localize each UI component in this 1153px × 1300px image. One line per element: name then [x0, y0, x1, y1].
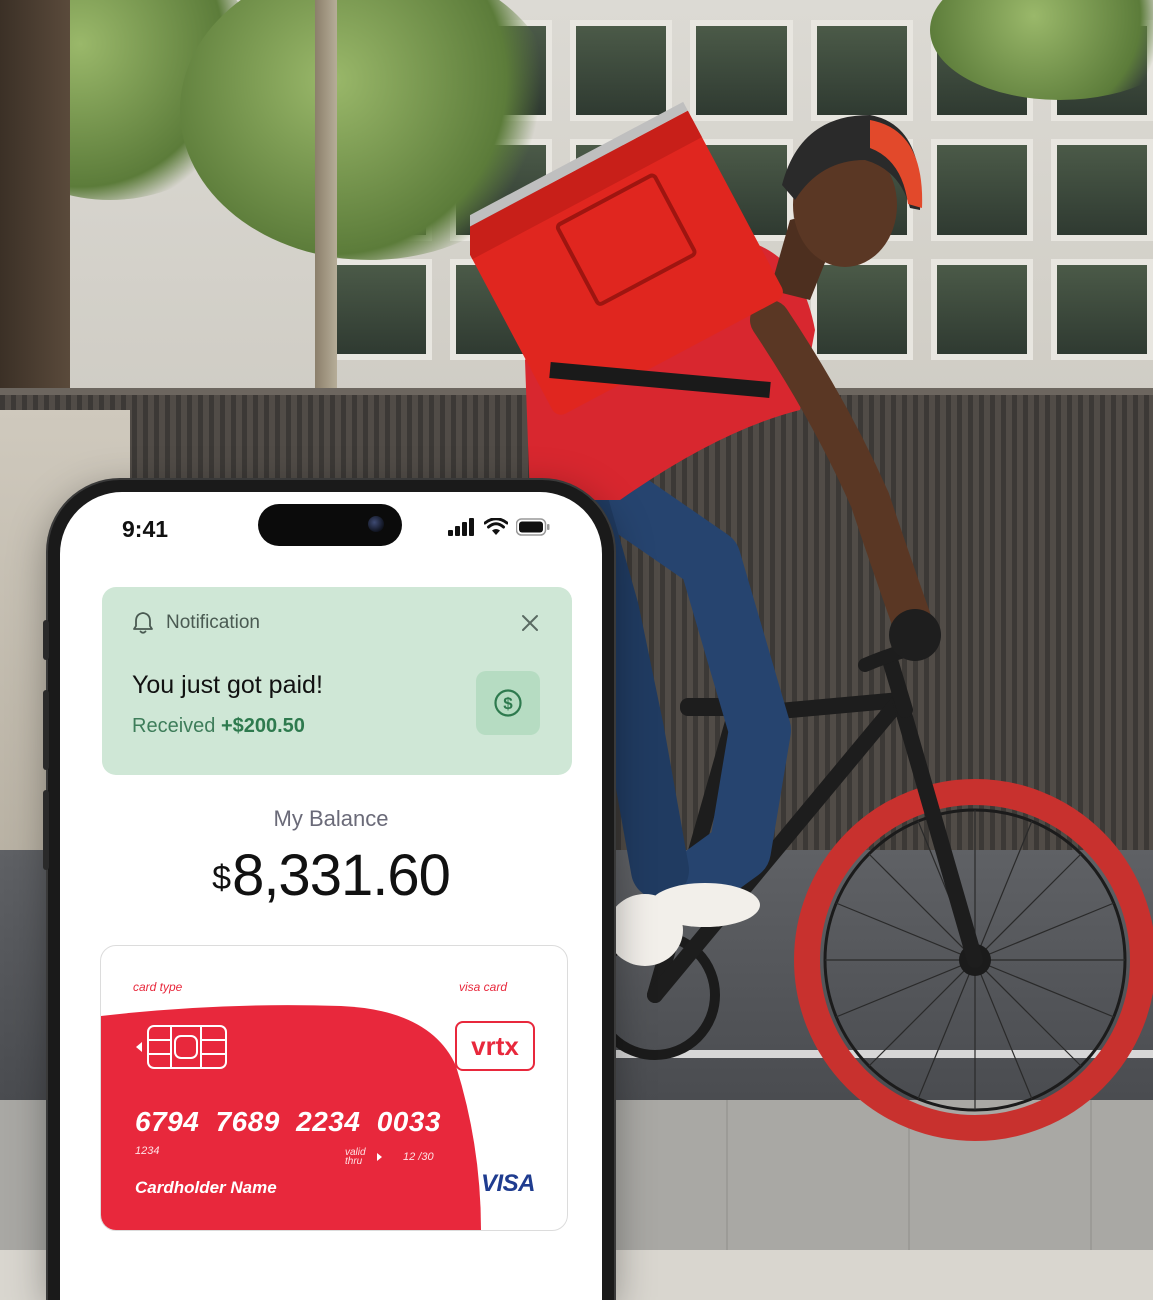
card-small-number: 1234: [135, 1145, 160, 1157]
received-label: Received: [132, 715, 216, 737]
notification-header: Notification: [132, 611, 260, 635]
balance-value: 8,331.60: [232, 843, 451, 908]
notification-subtitle: Received +$200.50: [132, 715, 305, 738]
bell-icon: [133, 612, 153, 634]
payment-notification-card[interactable]: Notification You just got paid! Received…: [102, 587, 572, 775]
phone-mockup: 9:41 Notification You just got paid! Rec…: [43, 480, 614, 1300]
notification-header-label: Notification: [166, 612, 260, 633]
received-amount: +$200.50: [220, 715, 305, 737]
dynamic-island: [258, 504, 402, 546]
status-time: 9:41: [122, 516, 169, 542]
payment-details-button[interactable]: $: [476, 671, 540, 735]
card-number: 6794 7689 2234 0033: [135, 1106, 441, 1137]
dollar-coin-icon: $: [494, 689, 522, 717]
balance-amount: $8,331.60: [60, 842, 602, 909]
balance-label: My Balance: [273, 806, 389, 831]
status-icons: [448, 518, 550, 536]
volume-down-button: [43, 790, 49, 870]
battery-icon: [516, 518, 550, 536]
wifi-icon: [484, 518, 508, 535]
visa-logo: VISA: [480, 1170, 536, 1197]
thru-label: thru: [345, 1156, 363, 1167]
valid-arrow-icon: [377, 1153, 382, 1161]
card-chip-icon: [136, 1025, 227, 1069]
credit-card[interactable]: card type visa card vrtx 6794 7689 2234 …: [100, 945, 568, 1231]
front-camera: [368, 516, 384, 532]
card-expiry: 12 /30: [403, 1151, 434, 1163]
status-bar: 9:41: [60, 492, 602, 572]
cellular-signal-icon: [448, 518, 474, 536]
balance-currency: $: [212, 859, 231, 897]
close-icon[interactable]: [518, 611, 542, 635]
svg-text:$: $: [503, 694, 513, 713]
notification-title: You just got paid!: [132, 671, 323, 699]
card-brand-logo: vrtx: [455, 1021, 535, 1071]
card-network-label: visa card: [458, 980, 507, 994]
card-type-label: card type: [133, 980, 183, 994]
volume-up-button: [43, 690, 49, 770]
cardholder-name: Cardholder Name: [135, 1178, 277, 1197]
valid-thru-label: valid thru: [345, 1148, 366, 1167]
phone-screen: 9:41 Notification You just got paid! Rec…: [60, 492, 602, 1300]
mute-switch: [43, 620, 49, 660]
